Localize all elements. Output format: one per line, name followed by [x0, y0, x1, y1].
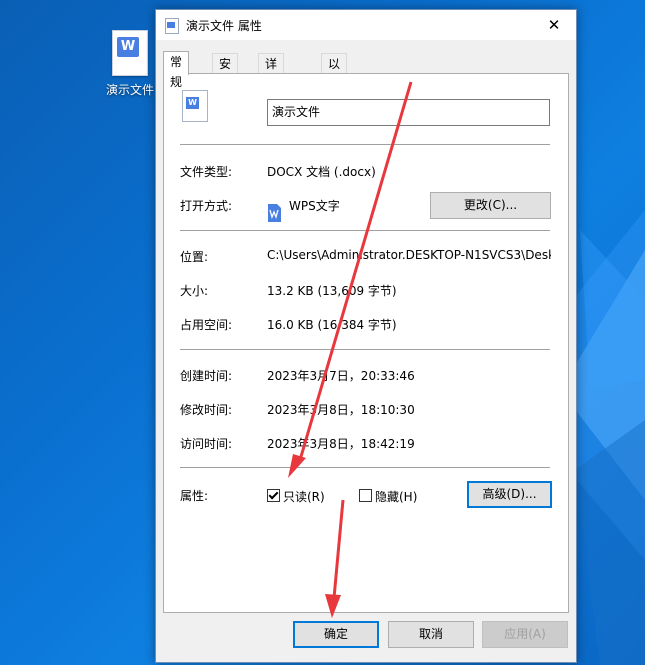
created-label: 创建时间:: [180, 369, 233, 383]
divider: [180, 467, 550, 468]
wps-writer-icon: [268, 204, 281, 222]
tab-general[interactable]: 常规: [163, 51, 190, 89]
type-value: DOCX 文档 (.docx): [267, 165, 376, 179]
apply-button: 应用(A): [482, 621, 568, 648]
size-on-disk-label: 占用空间:: [180, 318, 233, 332]
change-button[interactable]: 更改(C)...: [430, 192, 551, 219]
title-bar[interactable]: 演示文件 属性 ✕: [156, 10, 576, 40]
window-title: 演示文件 属性: [186, 19, 262, 33]
close-button[interactable]: ✕: [532, 10, 576, 40]
size-value: 13.2 KB (13,609 字节): [267, 284, 397, 298]
wps-badge: W: [117, 37, 139, 57]
advanced-button[interactable]: 高级(D)...: [467, 481, 552, 508]
tab-details[interactable]: 详细信息: [258, 53, 285, 131]
size-label: 大小:: [180, 284, 209, 298]
file-type-icon: W: [182, 90, 208, 122]
hidden-label[interactable]: 隐藏(H): [375, 488, 417, 505]
file-name-input[interactable]: 演示文件: [267, 99, 550, 126]
open-with-value: WPS文字: [289, 199, 340, 213]
word-document-icon: W: [112, 30, 148, 76]
desktop-file-icon[interactable]: W 演示文件: [100, 30, 160, 98]
attributes-label: 属性:: [180, 489, 209, 503]
location-label: 位置:: [180, 250, 209, 264]
tab-previous-versions[interactable]: 以前的版本: [321, 53, 348, 151]
accessed-value: 2023年3月8日，18:42:19: [267, 437, 415, 451]
type-label: 文件类型:: [180, 165, 233, 179]
divider: [180, 230, 550, 231]
size-on-disk-value: 16.0 KB (16,384 字节): [267, 318, 397, 332]
general-panel: W 演示文件 文件类型: DOCX 文档 (.docx) 打开方式: WPS文字…: [163, 73, 569, 613]
ok-button[interactable]: 确定: [293, 621, 379, 648]
hidden-checkbox[interactable]: [359, 489, 372, 502]
cancel-button[interactable]: 取消: [388, 621, 474, 648]
modified-value: 2023年3月8日，18:10:30: [267, 403, 415, 417]
tab-security[interactable]: 安全: [212, 53, 239, 91]
document-icon: [165, 18, 179, 34]
properties-dialog: 演示文件 属性 ✕ 常规 安全 详细信息 以前的版本 W 演示文件 文件类型: …: [155, 9, 577, 663]
location-value: C:\Users\Administrator.DESKTOP-N1SVCS3\D…: [267, 248, 551, 262]
modified-label: 修改时间:: [180, 403, 233, 417]
created-value: 2023年3月7日，20:33:46: [267, 369, 415, 383]
desktop-icon-label: 演示文件: [105, 83, 154, 97]
readonly-checkbox[interactable]: [267, 489, 280, 502]
open-with-label: 打开方式:: [180, 199, 233, 213]
accessed-label: 访问时间:: [180, 437, 233, 451]
divider: [180, 349, 550, 350]
divider: [180, 144, 550, 145]
readonly-label[interactable]: 只读(R): [283, 488, 325, 505]
